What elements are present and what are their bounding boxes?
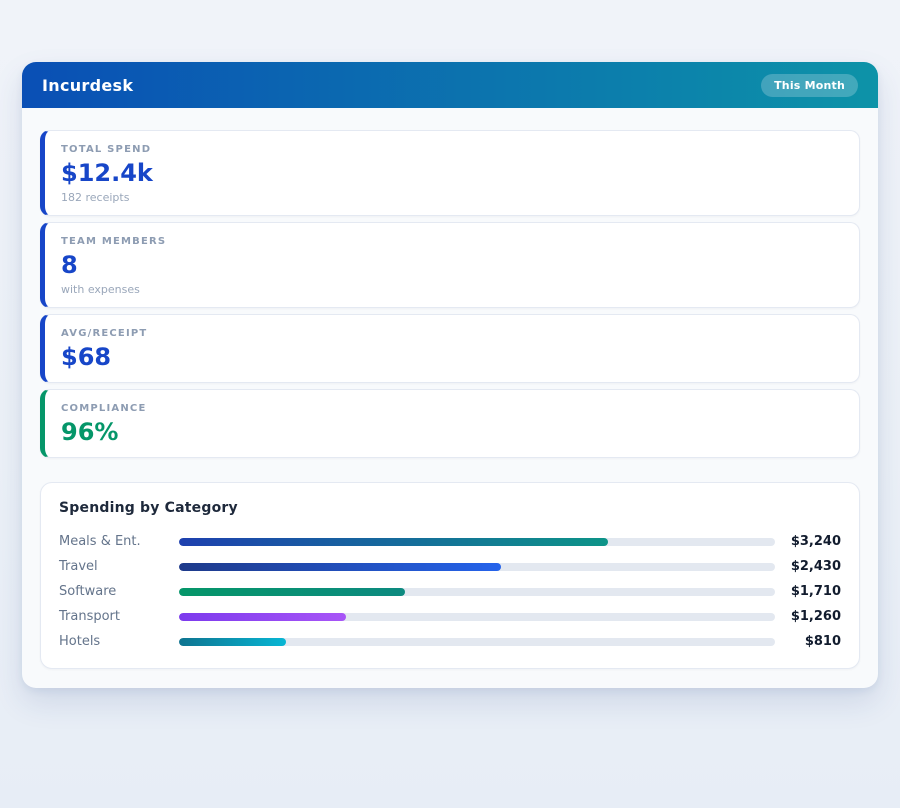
- bar-track: [179, 638, 775, 646]
- app-header: Incurdesk This Month: [22, 62, 878, 108]
- main-content: TOTAL SPEND $12.4k 182 receipts TEAM MEM…: [22, 108, 878, 688]
- bar-fill: [179, 588, 405, 596]
- category-value: $810: [775, 634, 841, 649]
- bar-track: [179, 588, 775, 596]
- chart-rows: Meals & Ent. $3,240 Travel $2,430 Softwa…: [59, 529, 841, 654]
- stat-value: $68: [61, 343, 843, 372]
- stat-value: $12.4k: [61, 159, 843, 188]
- stat-subtext: 182 receipts: [61, 190, 843, 205]
- stat-card: TEAM MEMBERS 8 with expenses: [40, 222, 860, 308]
- stat-card: COMPLIANCE 96%: [40, 389, 860, 458]
- stat-value: 8: [61, 251, 843, 280]
- stat-label: COMPLIANCE: [61, 402, 843, 415]
- bar-track: [179, 613, 775, 621]
- bar-track: [179, 563, 775, 571]
- stat-label: TOTAL SPEND: [61, 143, 843, 156]
- stat-label: AVG/RECEIPT: [61, 327, 843, 340]
- category-value: $1,260: [775, 609, 841, 624]
- stat-subtext: with expenses: [61, 282, 843, 297]
- chart-row: Transport $1,260: [59, 604, 841, 629]
- chart-row: Software $1,710: [59, 579, 841, 604]
- chart-row: Travel $2,430: [59, 554, 841, 579]
- app-title: Incurdesk: [42, 76, 133, 95]
- chart-title: Spending by Category: [59, 500, 841, 516]
- category-label: Software: [59, 584, 179, 599]
- category-label: Hotels: [59, 634, 179, 649]
- category-value: $3,240: [775, 534, 841, 549]
- stats-list: TOTAL SPEND $12.4k 182 receipts TEAM MEM…: [40, 130, 860, 458]
- spending-chart-card: Spending by Category Meals & Ent. $3,240…: [40, 482, 860, 669]
- bar-fill: [179, 563, 501, 571]
- page-background: Incurdesk This Month TOTAL SPEND $12.4k …: [0, 62, 900, 688]
- category-label: Meals & Ent.: [59, 534, 179, 549]
- stat-card: AVG/RECEIPT $68: [40, 314, 860, 383]
- stat-value: 96%: [61, 418, 843, 447]
- bar-fill: [179, 538, 608, 546]
- incurdesk-panel: Incurdesk This Month TOTAL SPEND $12.4k …: [22, 62, 878, 688]
- bar-fill: [179, 613, 346, 621]
- category-label: Travel: [59, 559, 179, 574]
- category-value: $2,430: [775, 559, 841, 574]
- period-badge[interactable]: This Month: [761, 74, 858, 97]
- bar-fill: [179, 638, 286, 646]
- category-label: Transport: [59, 609, 179, 624]
- stat-label: TEAM MEMBERS: [61, 235, 843, 248]
- category-value: $1,710: [775, 584, 841, 599]
- bar-track: [179, 538, 775, 546]
- chart-row: Meals & Ent. $3,240: [59, 529, 841, 554]
- stat-card: TOTAL SPEND $12.4k 182 receipts: [40, 130, 860, 216]
- chart-row: Hotels $810: [59, 629, 841, 654]
